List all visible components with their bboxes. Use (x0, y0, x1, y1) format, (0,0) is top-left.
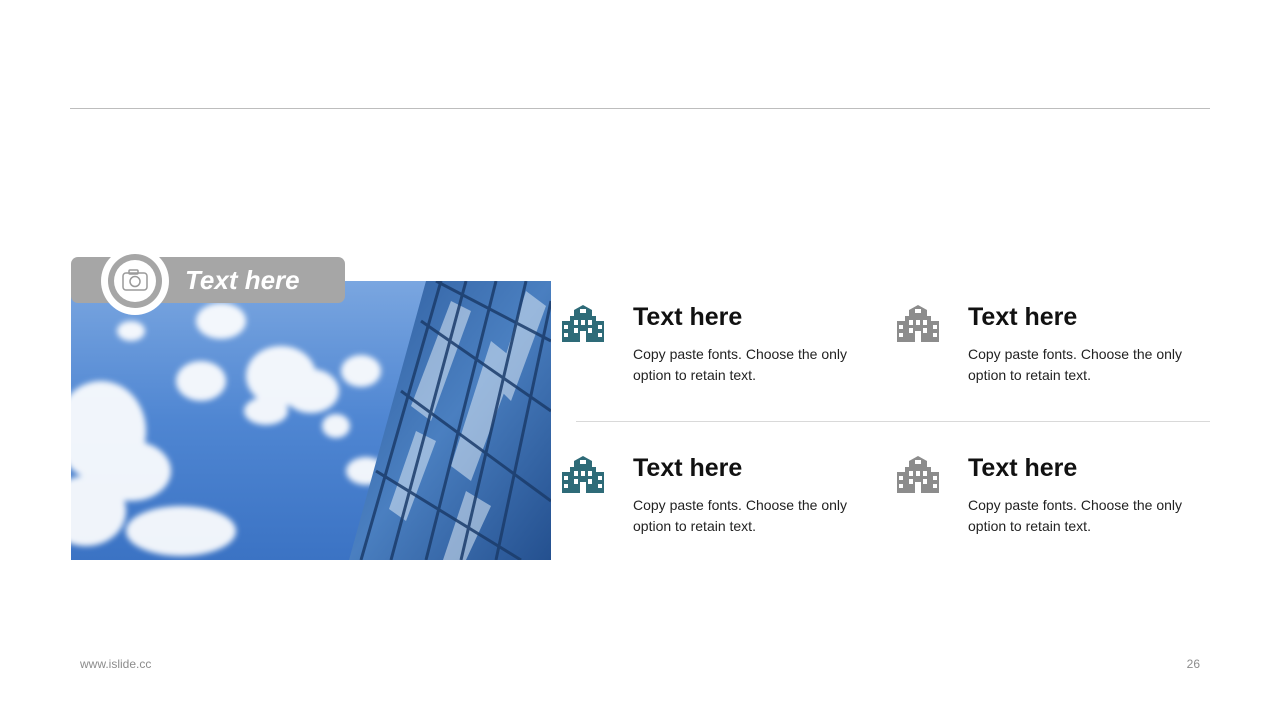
building-icon (561, 455, 605, 495)
top-divider (70, 108, 1210, 109)
item-title: Text here (968, 303, 1078, 331)
building-icon (896, 455, 940, 495)
building-icon (896, 304, 940, 344)
page-number: 26 (1186, 657, 1200, 671)
item-description: Copy paste fonts. Choose the only option… (633, 346, 848, 383)
photo-label: Text here (185, 265, 300, 295)
sky-building-photo (71, 281, 551, 560)
item-description: Copy paste fonts. Choose the only option… (968, 497, 1183, 534)
item-description: Copy paste fonts. Choose the only option… (968, 346, 1183, 383)
item-title: Text here (633, 303, 743, 331)
row-divider (576, 421, 1210, 422)
footer-url[interactable]: www.islide.cc (80, 657, 151, 671)
camera-icon (100, 246, 170, 316)
item-title: Text here (968, 454, 1078, 482)
item-description: Copy paste fonts. Choose the only option… (633, 497, 848, 534)
item-title: Text here (633, 454, 743, 482)
building-icon (561, 304, 605, 344)
